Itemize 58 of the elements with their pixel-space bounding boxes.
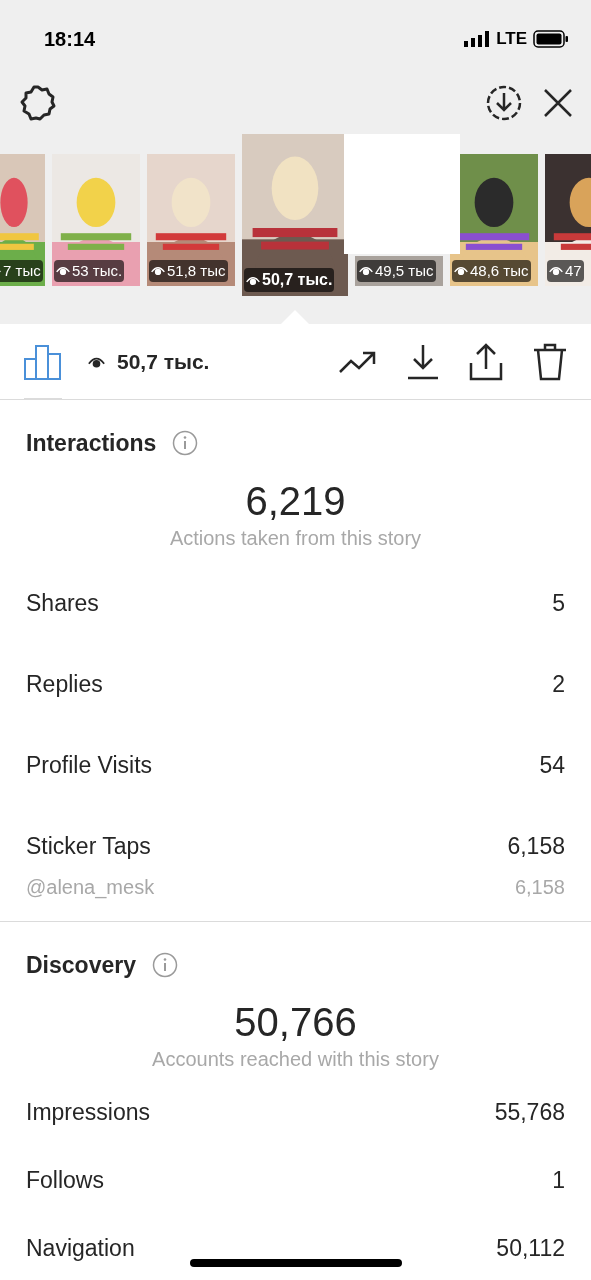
info-icon[interactable] (172, 430, 199, 457)
section-title: Discovery (26, 950, 136, 980)
metric-value: 2 (552, 669, 565, 699)
metric-value: 5 (552, 588, 565, 618)
bar-chart-icon[interactable] (24, 343, 62, 380)
eye-icon (359, 265, 373, 277)
share-icon[interactable] (469, 342, 503, 381)
metric-label: Follows (26, 1165, 104, 1195)
metric-value: 55,768 (494, 1097, 565, 1127)
metric-label: Profile Visits (26, 750, 153, 780)
eye-icon (88, 355, 105, 368)
views-count: 50,7 тыс. (117, 348, 210, 375)
eye-icon (549, 265, 563, 277)
trash-icon[interactable] (533, 342, 567, 381)
signal-icon (464, 31, 491, 47)
download-icon[interactable] (485, 84, 523, 122)
eye-icon (454, 265, 468, 277)
eye-icon (56, 265, 70, 277)
metric-label: Impressions (26, 1097, 150, 1127)
story-thumbnail[interactable]: 51,8 тыс (147, 154, 235, 286)
total-caption: Accounts reached with this story (152, 1047, 439, 1072)
metric-label: Navigation (26, 1233, 135, 1263)
metric-label: Shares (26, 588, 99, 618)
info-icon[interactable] (151, 951, 178, 978)
total-count: 6,219 (245, 478, 346, 523)
view-count: 53 тыс. (72, 260, 123, 281)
story-thumbnail[interactable]: 53 тыс. (52, 154, 140, 286)
eye-icon (151, 265, 165, 277)
network-label: LTE (496, 28, 527, 51)
download-icon[interactable] (407, 343, 439, 380)
story-thumbnail[interactable]: 47 (545, 154, 591, 286)
section-title: Interactions (26, 429, 157, 458)
metric-label: Replies (26, 669, 103, 699)
view-count: 47 (565, 260, 582, 281)
view-count: 49,5 тыс (375, 260, 434, 281)
story-thumbnail[interactable]: 49,5 тыс (355, 256, 443, 286)
view-count: 48,6 тыс (470, 260, 529, 281)
view-count: 50,7 тыс. (262, 270, 333, 290)
metric-value: 6,158 (514, 874, 565, 900)
story-thumbnail[interactable]: 48,6 тыс (450, 154, 538, 286)
metric-label: Sticker Taps (26, 831, 151, 861)
metric-value: 54 (539, 750, 565, 780)
status-time: 18:14 (44, 27, 96, 52)
view-count: 7 тыс (3, 260, 41, 281)
battery-icon (533, 30, 569, 48)
total-count: 50,766 (234, 1000, 357, 1044)
trend-icon[interactable] (339, 349, 377, 374)
eye-icon (246, 274, 260, 286)
total-caption: Actions taken from this story (169, 525, 422, 551)
view-count: 51,8 тыс (167, 260, 226, 281)
metric-value: 50,112 (496, 1233, 565, 1263)
settings-icon[interactable] (18, 83, 58, 123)
story-thumbnail[interactable]: 50,7 тыс. (242, 134, 348, 296)
metric-value: 6,158 (507, 831, 565, 861)
metric-value: 1 (552, 1165, 565, 1195)
story-thumbnail[interactable]: 7 тыс (0, 154, 45, 286)
close-icon[interactable] (543, 88, 573, 118)
metric-label: @alena_mesk (26, 874, 155, 901)
